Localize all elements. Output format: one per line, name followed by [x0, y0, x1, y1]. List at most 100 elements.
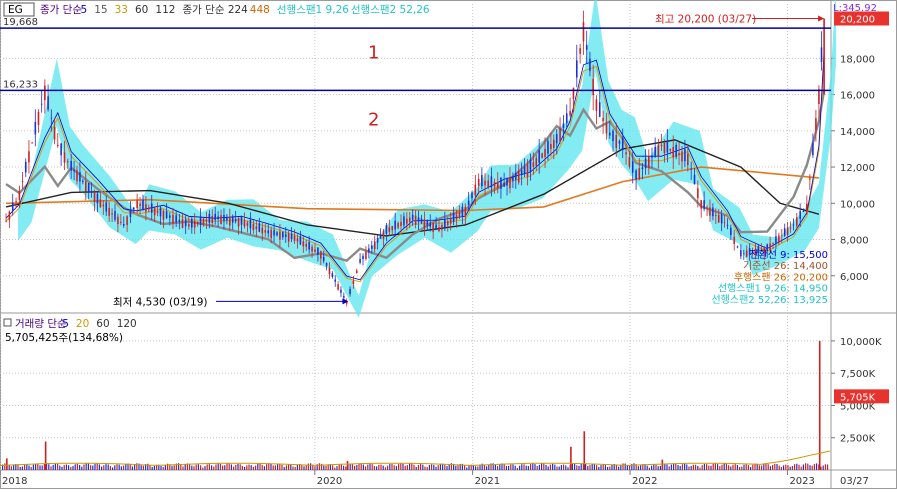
candle-body	[712, 207, 714, 217]
volume-bar	[65, 464, 67, 470]
candle-body	[471, 192, 473, 199]
current-price-label: 20,200	[840, 14, 875, 25]
volume-bar	[365, 466, 367, 470]
volume-bar	[477, 466, 479, 470]
volume-bar	[552, 463, 554, 470]
candle-body	[500, 177, 502, 189]
volume-bar	[241, 466, 243, 470]
volume-bar	[248, 464, 250, 470]
candle-body	[406, 218, 408, 224]
volume-bar	[563, 464, 565, 470]
candle-body	[509, 176, 511, 189]
candle-body	[538, 150, 540, 163]
candle-body	[582, 22, 585, 42]
candle-body	[411, 214, 414, 220]
candle-body	[666, 140, 669, 153]
candle-body	[175, 215, 177, 223]
volume-bar	[398, 464, 400, 470]
candle-body	[96, 193, 99, 204]
volume-bar	[244, 466, 246, 470]
candle-body	[690, 168, 692, 170]
candle-body	[772, 243, 774, 245]
volume-bar	[420, 464, 422, 470]
candle-body	[565, 113, 568, 124]
volume-bar	[576, 465, 578, 470]
hline-label: 16,233	[3, 79, 38, 90]
candle-body	[129, 209, 132, 217]
y-tick-label: 18,000	[840, 54, 875, 65]
candle-body	[293, 235, 296, 241]
volume-bar	[596, 465, 598, 470]
candle-body	[697, 188, 699, 199]
volume-bar	[516, 467, 518, 470]
volume-bar	[24, 464, 26, 470]
volume-bar	[195, 464, 197, 470]
volume-bar	[488, 464, 490, 470]
candle-body	[420, 218, 423, 224]
volume-bar	[206, 464, 208, 470]
volume-bar	[508, 465, 510, 470]
volume-bar	[123, 465, 125, 470]
volume-bar	[72, 466, 74, 470]
candle-body	[145, 204, 147, 212]
candle-body	[53, 127, 56, 140]
volume-bar	[686, 464, 688, 470]
volume-bar	[699, 467, 701, 470]
volume-bar	[670, 464, 672, 470]
candle-body	[541, 153, 543, 158]
candle-body	[188, 224, 190, 227]
volume-bar	[536, 465, 538, 470]
volume-bar	[129, 464, 131, 470]
volume-bar	[182, 466, 184, 470]
volume-bar	[380, 464, 382, 470]
y-tick-label: 6,000	[840, 272, 869, 283]
candle-body	[391, 226, 394, 231]
volume-bar	[114, 465, 116, 470]
candle-body	[461, 206, 464, 217]
volume-bar	[769, 466, 771, 470]
volume-legend-item: 거래량 단순	[15, 318, 67, 330]
volume-bar	[332, 465, 334, 470]
candle-body	[512, 176, 514, 181]
candle-body	[276, 232, 278, 236]
volume-bar	[215, 464, 217, 470]
volume-bar	[437, 465, 439, 470]
candle-body	[320, 251, 322, 259]
candle-body	[70, 160, 72, 171]
volume-bar	[593, 463, 595, 470]
volume-bar	[505, 466, 507, 470]
volume-readout: 5,705,425주(134,68%)	[5, 332, 123, 344]
volume-bar	[475, 466, 477, 470]
volume-bar	[79, 464, 81, 470]
volume-bar	[63, 465, 65, 470]
volume-bar	[521, 464, 523, 470]
candle-body	[334, 279, 337, 282]
volume-bar	[378, 464, 380, 470]
volume-bar	[211, 465, 213, 470]
volume-bar	[510, 464, 512, 470]
x-end-label: 03/27	[840, 476, 869, 487]
candle-body	[397, 223, 399, 228]
volume-bar	[466, 467, 468, 470]
volume-bar	[402, 463, 404, 470]
volume-bar	[785, 464, 787, 470]
volume-bar	[87, 463, 89, 470]
volume-bar	[340, 464, 342, 470]
candle-body	[589, 58, 591, 72]
candle-body	[715, 215, 717, 216]
volume-bar	[98, 464, 100, 470]
candle-body	[37, 111, 40, 125]
candle-body	[648, 156, 650, 169]
candle-body	[612, 130, 614, 142]
volume-bar	[743, 464, 745, 470]
candle-body	[435, 224, 437, 230]
x-tick-label: 2022	[632, 476, 657, 487]
candle-body	[506, 178, 508, 186]
volume-legend-box	[3, 318, 12, 327]
volume-bar	[424, 466, 426, 470]
volume-bar	[294, 467, 296, 470]
volume-bar	[257, 463, 259, 470]
candle-body	[403, 216, 405, 226]
volume-bar	[118, 464, 120, 470]
volume-legend-item: 120	[117, 318, 137, 330]
